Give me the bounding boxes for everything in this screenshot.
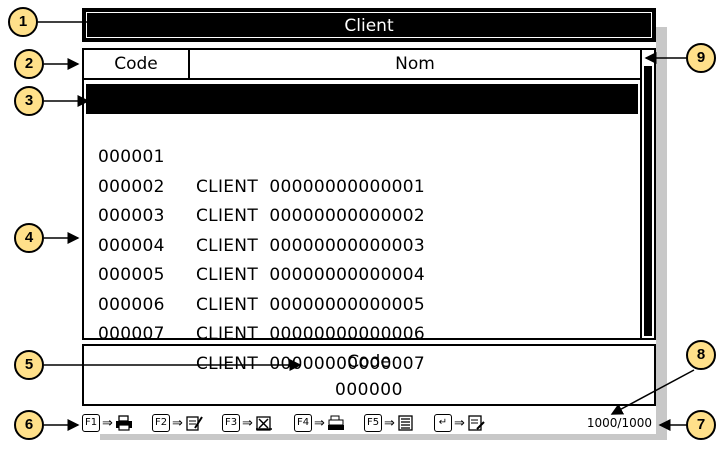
callout-badge-1: 1 [8, 7, 38, 37]
callout-badge-2: 2 [14, 49, 44, 79]
callout-badge-5: 5 [14, 350, 44, 380]
callout-badge-8: 8 [686, 340, 716, 370]
callout-badge-7: 7 [686, 410, 716, 440]
callout-arrow [610, 369, 695, 415]
callout-badge-3: 3 [14, 86, 44, 116]
callout-badge-6: 6 [14, 410, 44, 440]
callout-badge-4: 4 [14, 223, 44, 253]
callout-badge-9: 9 [686, 43, 716, 73]
callout-arrows [38, 16, 695, 431]
